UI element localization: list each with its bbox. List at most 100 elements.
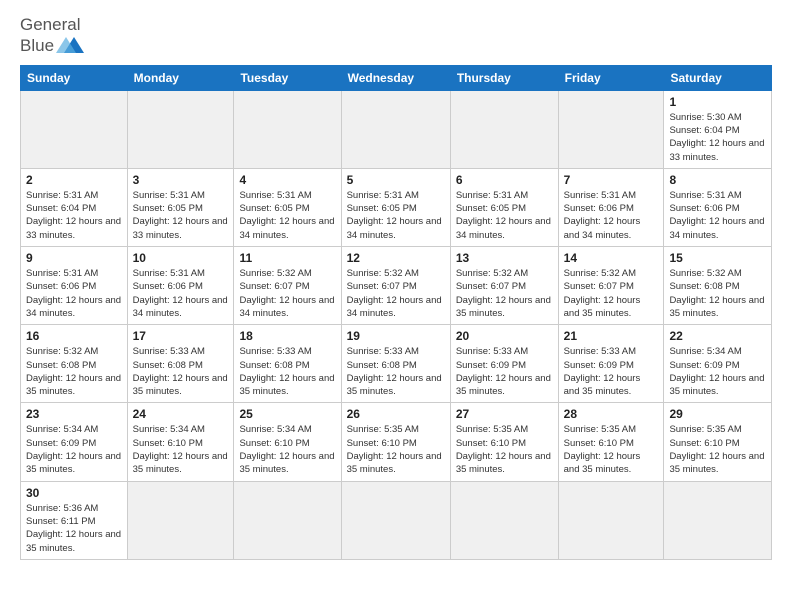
calendar-cell: 29 Sunrise: 5:35 AM Sunset: 6:10 PM Dayli… (664, 403, 772, 481)
calendar-cell: 14Sunrise: 5:32 AM Sunset: 6:07 PM Dayli… (558, 247, 664, 325)
day-number: 25 (239, 407, 335, 421)
weekday-header-sunday: Sunday (21, 65, 128, 90)
weekday-header-saturday: Saturday (664, 65, 772, 90)
day-number: 23 (26, 407, 122, 421)
header: General Blue (20, 16, 772, 57)
day-number: 16 (26, 329, 122, 343)
day-number: 21 (564, 329, 659, 343)
weekday-header-monday: Monday (127, 65, 234, 90)
calendar-cell (450, 90, 558, 168)
day-info: Sunrise: 5:34 AM Sunset: 6:10 PM Dayligh… (239, 423, 335, 476)
day-info: Sunrise: 5:31 AM Sunset: 6:05 PM Dayligh… (347, 189, 445, 242)
day-info: Sunrise: 5:32 AM Sunset: 6:07 PM Dayligh… (239, 267, 335, 320)
logo-blue-text: Blue (20, 36, 54, 56)
weekday-header-row: SundayMondayTuesdayWednesdayThursdayFrid… (21, 65, 772, 90)
calendar-cell (341, 481, 450, 559)
day-number: 28 (564, 407, 659, 421)
day-number: 26 (347, 407, 445, 421)
day-info: Sunrise: 5:34 AM Sunset: 6:09 PM Dayligh… (26, 423, 122, 476)
day-number: 17 (133, 329, 229, 343)
day-info: Sunrise: 5:33 AM Sunset: 6:08 PM Dayligh… (239, 345, 335, 398)
day-info: Sunrise: 5:31 AM Sunset: 6:05 PM Dayligh… (133, 189, 229, 242)
day-info: Sunrise: 5:35 AM Sunset: 6:10 PM Dayligh… (564, 423, 659, 476)
calendar-cell (450, 481, 558, 559)
day-number: 12 (347, 251, 445, 265)
logo-icon (56, 35, 86, 57)
calendar-cell: 24 Sunrise: 5:34 AM Sunset: 6:10 PM Dayli… (127, 403, 234, 481)
day-info: Sunrise: 5:35 AM Sunset: 6:10 PM Dayligh… (456, 423, 553, 476)
day-info: Sunrise: 5:30 AM Sunset: 6:04 PM Dayligh… (669, 111, 766, 164)
calendar-cell: 18 Sunrise: 5:33 AM Sunset: 6:08 PM Dayli… (234, 325, 341, 403)
day-info: Sunrise: 5:36 AM Sunset: 6:11 PM Dayligh… (26, 502, 122, 555)
calendar-week-3: 16 Sunrise: 5:32 AM Sunset: 6:08 PM Dayli… (21, 325, 772, 403)
calendar-cell: 11 Sunrise: 5:32 AM Sunset: 6:07 PM Dayli… (234, 247, 341, 325)
calendar-cell (234, 481, 341, 559)
calendar-cell (558, 481, 664, 559)
day-info: Sunrise: 5:31 AM Sunset: 6:05 PM Dayligh… (456, 189, 553, 242)
day-number: 3 (133, 173, 229, 187)
day-number: 7 (564, 173, 659, 187)
calendar-cell: 5Sunrise: 5:31 AM Sunset: 6:05 PM Daylig… (341, 168, 450, 246)
calendar-cell (127, 90, 234, 168)
calendar-cell: 22Sunrise: 5:34 AM Sunset: 6:09 PM Dayli… (664, 325, 772, 403)
calendar-cell: 15 Sunrise: 5:32 AM Sunset: 6:08 PM Dayli… (664, 247, 772, 325)
day-info: Sunrise: 5:33 AM Sunset: 6:09 PM Dayligh… (456, 345, 553, 398)
day-number: 11 (239, 251, 335, 265)
calendar-cell: 10Sunrise: 5:31 AM Sunset: 6:06 PM Dayli… (127, 247, 234, 325)
day-info: Sunrise: 5:34 AM Sunset: 6:10 PM Dayligh… (133, 423, 229, 476)
calendar-cell: 9Sunrise: 5:31 AM Sunset: 6:06 PM Daylig… (21, 247, 128, 325)
calendar-cell: 4Sunrise: 5:31 AM Sunset: 6:05 PM Daylig… (234, 168, 341, 246)
day-number: 1 (669, 95, 766, 109)
day-number: 13 (456, 251, 553, 265)
weekday-header-tuesday: Tuesday (234, 65, 341, 90)
day-info: Sunrise: 5:32 AM Sunset: 6:08 PM Dayligh… (669, 267, 766, 320)
calendar-cell: 19Sunrise: 5:33 AM Sunset: 6:08 PM Dayli… (341, 325, 450, 403)
day-number: 20 (456, 329, 553, 343)
day-number: 18 (239, 329, 335, 343)
calendar-body: 1 Sunrise: 5:30 AM Sunset: 6:04 PM Daylig… (21, 90, 772, 559)
calendar-header: SundayMondayTuesdayWednesdayThursdayFrid… (21, 65, 772, 90)
calendar-cell (664, 481, 772, 559)
weekday-header-wednesday: Wednesday (341, 65, 450, 90)
day-info: Sunrise: 5:32 AM Sunset: 6:07 PM Dayligh… (456, 267, 553, 320)
calendar-cell: 2Sunrise: 5:31 AM Sunset: 6:04 PM Daylig… (21, 168, 128, 246)
calendar-cell: 7Sunrise: 5:31 AM Sunset: 6:06 PM Daylig… (558, 168, 664, 246)
day-info: Sunrise: 5:32 AM Sunset: 6:07 PM Dayligh… (564, 267, 659, 320)
calendar-week-4: 23 Sunrise: 5:34 AM Sunset: 6:09 PM Dayli… (21, 403, 772, 481)
day-info: Sunrise: 5:32 AM Sunset: 6:07 PM Dayligh… (347, 267, 445, 320)
day-number: 8 (669, 173, 766, 187)
calendar-cell: 13 Sunrise: 5:32 AM Sunset: 6:07 PM Dayli… (450, 247, 558, 325)
day-info: Sunrise: 5:35 AM Sunset: 6:10 PM Dayligh… (669, 423, 766, 476)
weekday-header-thursday: Thursday (450, 65, 558, 90)
calendar-cell (127, 481, 234, 559)
day-number: 27 (456, 407, 553, 421)
calendar-cell: 3 Sunrise: 5:31 AM Sunset: 6:05 PM Daylig… (127, 168, 234, 246)
day-number: 19 (347, 329, 445, 343)
day-number: 30 (26, 486, 122, 500)
calendar-week-0: 1 Sunrise: 5:30 AM Sunset: 6:04 PM Daylig… (21, 90, 772, 168)
calendar-cell (341, 90, 450, 168)
calendar-cell: 6 Sunrise: 5:31 AM Sunset: 6:05 PM Daylig… (450, 168, 558, 246)
day-number: 24 (133, 407, 229, 421)
day-number: 6 (456, 173, 553, 187)
calendar-table: SundayMondayTuesdayWednesdayThursdayFrid… (20, 65, 772, 560)
calendar-cell: 1 Sunrise: 5:30 AM Sunset: 6:04 PM Daylig… (664, 90, 772, 168)
calendar-week-2: 9Sunrise: 5:31 AM Sunset: 6:06 PM Daylig… (21, 247, 772, 325)
calendar-cell: 23 Sunrise: 5:34 AM Sunset: 6:09 PM Dayli… (21, 403, 128, 481)
calendar-week-5: 30 Sunrise: 5:36 AM Sunset: 6:11 PM Dayli… (21, 481, 772, 559)
calendar-cell: 20 Sunrise: 5:33 AM Sunset: 6:09 PM Dayli… (450, 325, 558, 403)
day-info: Sunrise: 5:33 AM Sunset: 6:08 PM Dayligh… (133, 345, 229, 398)
calendar-cell: 16 Sunrise: 5:32 AM Sunset: 6:08 PM Dayli… (21, 325, 128, 403)
day-info: Sunrise: 5:31 AM Sunset: 6:04 PM Dayligh… (26, 189, 122, 242)
day-info: Sunrise: 5:32 AM Sunset: 6:08 PM Dayligh… (26, 345, 122, 398)
calendar-cell: 17 Sunrise: 5:33 AM Sunset: 6:08 PM Dayli… (127, 325, 234, 403)
day-number: 15 (669, 251, 766, 265)
calendar-cell: 21 Sunrise: 5:33 AM Sunset: 6:09 PM Dayli… (558, 325, 664, 403)
day-number: 29 (669, 407, 766, 421)
calendar-cell: 27 Sunrise: 5:35 AM Sunset: 6:10 PM Dayli… (450, 403, 558, 481)
day-number: 4 (239, 173, 335, 187)
day-info: Sunrise: 5:31 AM Sunset: 6:06 PM Dayligh… (133, 267, 229, 320)
day-info: Sunrise: 5:33 AM Sunset: 6:09 PM Dayligh… (564, 345, 659, 398)
calendar-cell (234, 90, 341, 168)
day-info: Sunrise: 5:34 AM Sunset: 6:09 PM Dayligh… (669, 345, 766, 398)
